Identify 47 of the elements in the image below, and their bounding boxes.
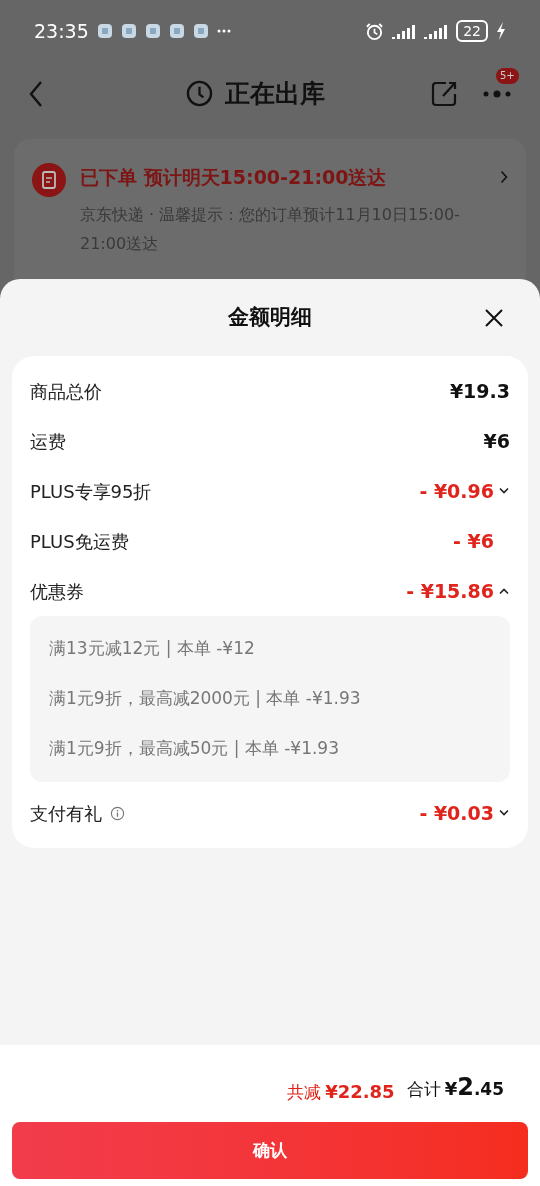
notification-icon <box>168 23 185 39</box>
delivery-status: 已下单 预计明天15:00-21:00送达 <box>80 165 387 190</box>
row-label: 支付有礼 <box>30 801 102 826</box>
back-icon[interactable] <box>28 79 44 108</box>
chevron-right-icon[interactable] <box>500 170 508 185</box>
row-amount: - ¥0.03 <box>419 800 494 826</box>
row-label: 运费 <box>30 429 66 454</box>
clock-icon <box>185 80 213 107</box>
more-notifications-icon <box>216 29 231 33</box>
more-icon[interactable] <box>482 89 512 98</box>
share-icon[interactable] <box>430 79 458 108</box>
coupon-detail: 满1元9折，最高减2000元 | 本单 -¥1.93 <box>49 687 362 711</box>
row-label: PLUS免运费 <box>30 529 129 554</box>
order-icon <box>32 163 66 197</box>
alarm-icon <box>365 21 385 41</box>
notification-icon <box>120 23 137 39</box>
charging-icon <box>496 22 506 40</box>
chevron-down-icon[interactable] <box>498 809 510 817</box>
total-amount: ¥2.45 <box>444 1072 504 1103</box>
row-label: 商品总价 <box>30 379 102 404</box>
notification-badge: 5+ <box>496 67 519 84</box>
row-label: 优惠券 <box>30 579 84 604</box>
signal-icon <box>424 23 449 39</box>
row-amount: ¥6 <box>483 428 510 454</box>
row-label: PLUS专享95折 <box>30 479 152 504</box>
row-amount: - ¥15.86 <box>406 578 494 604</box>
savings-label: 共减 <box>287 1080 322 1104</box>
savings-amount: ¥22.85 <box>325 1079 395 1104</box>
notification-icon <box>96 23 113 39</box>
row-amount: - ¥6 <box>453 528 494 554</box>
coupon-detail: 满13元减12元 | 本单 -¥12 <box>49 637 256 661</box>
page-title: 正在出库 <box>224 77 325 110</box>
row-amount: ¥19.3 <box>449 378 510 404</box>
sheet-title: 金额明细 <box>228 303 312 331</box>
notification-icon <box>192 23 209 39</box>
status-time: 23:35 <box>34 18 89 44</box>
coupon-detail: 满1元9折，最高减50元 | 本单 -¥1.93 <box>49 737 340 761</box>
row-amount: - ¥0.96 <box>419 478 494 504</box>
chevron-down-icon[interactable] <box>498 487 510 495</box>
info-icon[interactable] <box>110 805 125 821</box>
battery-indicator: 22 <box>456 20 488 42</box>
notification-icon <box>144 23 161 39</box>
total-label: 合计 <box>406 1078 441 1101</box>
confirm-button[interactable]: 确认 <box>12 1122 528 1179</box>
close-icon[interactable] <box>484 307 504 328</box>
signal-icon <box>392 23 417 39</box>
chevron-up-icon[interactable] <box>498 587 510 595</box>
